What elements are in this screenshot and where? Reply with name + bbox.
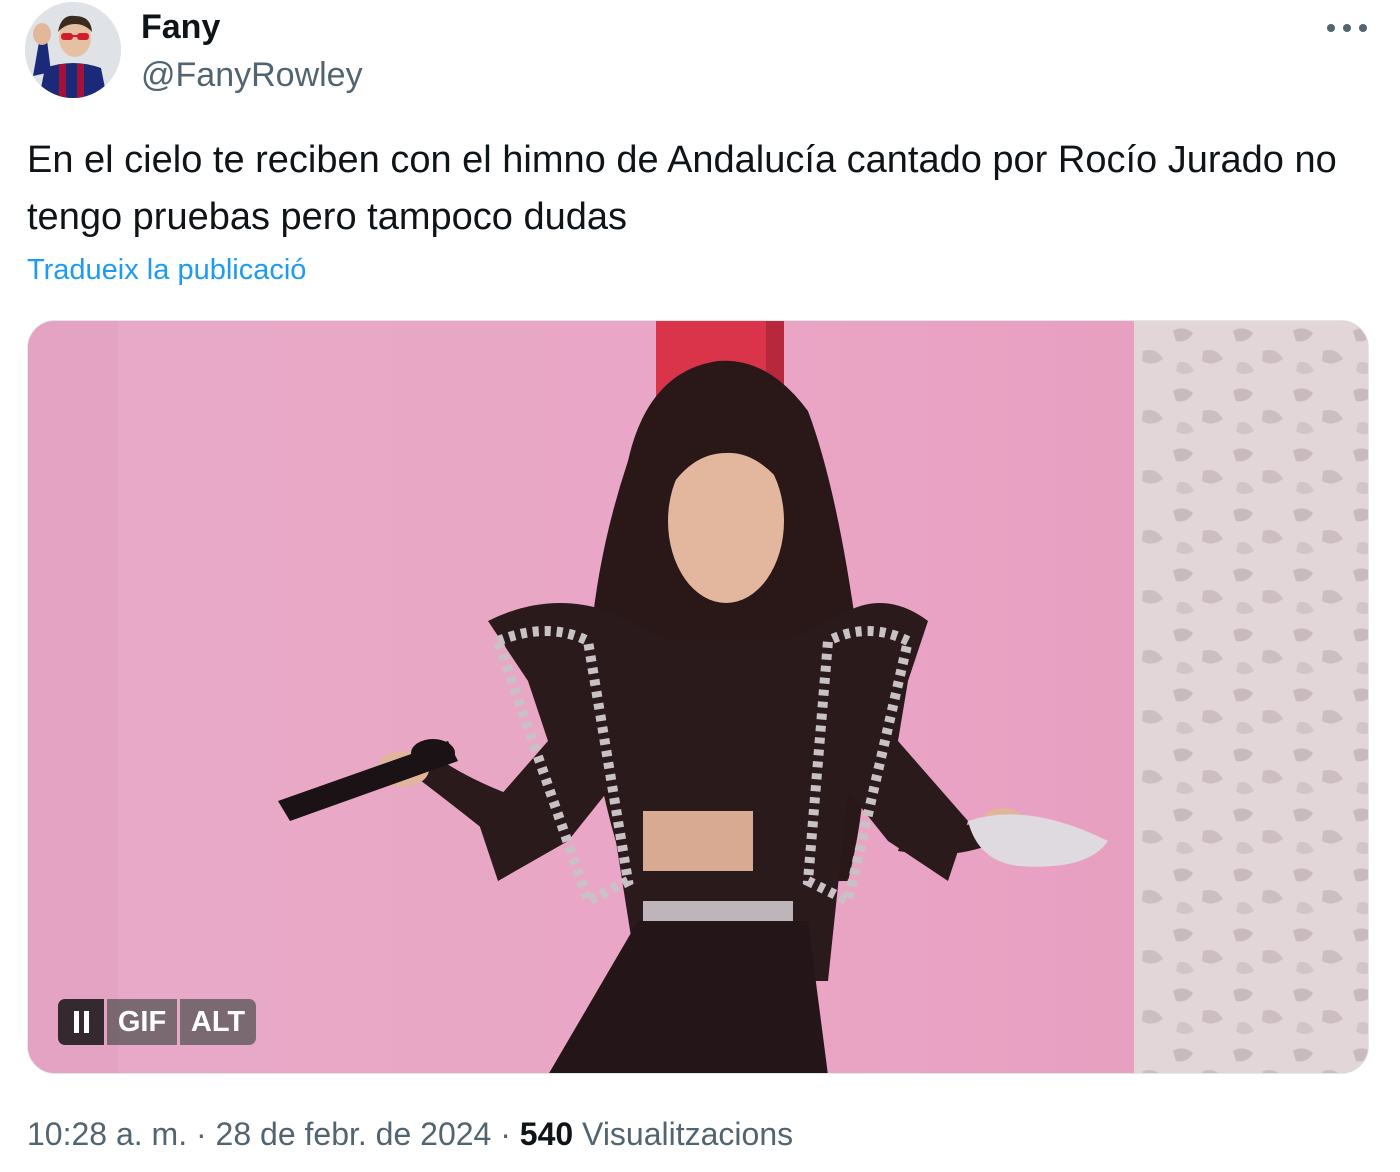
views-label: Visualitzacions xyxy=(582,1116,794,1152)
gif-media[interactable]: GIF ALT xyxy=(27,320,1369,1074)
tweet-text: En el cielo te reciben con el himno de A… xyxy=(27,139,1337,238)
gif-badge: GIF xyxy=(107,999,177,1045)
more-options-button[interactable] xyxy=(1327,16,1367,40)
avatar-image xyxy=(25,2,121,98)
tweet-time[interactable]: 10:28 a. m. xyxy=(27,1116,187,1152)
tweet-date[interactable]: 28 de febr. de 2024 xyxy=(216,1116,492,1152)
media-badges: GIF ALT xyxy=(58,999,256,1045)
author-handle[interactable]: @FanyRowley xyxy=(141,56,363,95)
author-name[interactable]: Fany xyxy=(141,8,220,47)
avatar[interactable] xyxy=(25,2,121,98)
meta-separator: · xyxy=(195,1116,207,1152)
tweet-header: Fany @FanyRowley xyxy=(25,2,1375,102)
gif-frame-image xyxy=(28,321,1368,1073)
more-dot-icon xyxy=(1327,24,1335,32)
alt-text-button[interactable]: ALT xyxy=(180,999,256,1045)
pause-button[interactable] xyxy=(58,999,104,1045)
translate-link[interactable]: Tradueix la publicació xyxy=(27,254,306,287)
more-dot-icon xyxy=(1343,24,1351,32)
views-count: 540 xyxy=(519,1116,574,1152)
more-dot-icon xyxy=(1359,24,1367,32)
tweet-meta: 10:28 a. m. · 28 de febr. de 2024 · 540 … xyxy=(27,1116,793,1153)
meta-separator: · xyxy=(500,1116,511,1152)
pause-icon xyxy=(73,1011,89,1033)
